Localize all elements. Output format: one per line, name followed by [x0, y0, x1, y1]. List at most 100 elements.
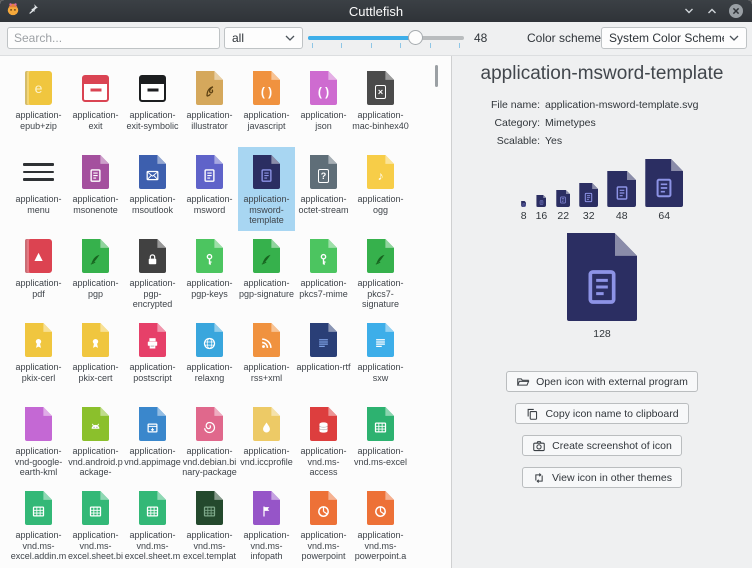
icon-grid-item-application-mac-binhex40[interactable]: ×application-mac-binhex40 — [352, 63, 409, 147]
property-value: Yes — [545, 132, 562, 150]
slider-handle[interactable] — [408, 30, 423, 45]
icon-grid-item-application-vnd.iccprofile[interactable]: application-vnd.iccprofile — [238, 399, 295, 483]
icon-label: application-javascript — [243, 110, 289, 131]
view-icon-in-other-themes-button[interactable]: View icon in other themes — [522, 467, 682, 488]
icon-grid-item-application-illustrator[interactable]: application-illustrator — [181, 63, 238, 147]
slider-track[interactable] — [308, 36, 464, 40]
icon-grid-item-application-rss+xml[interactable]: application-rss+xml — [238, 315, 295, 399]
color-scheme-dropdown[interactable]: System Color Scheme — [601, 27, 747, 49]
icon-grid-item-application-ogg[interactable]: ♪application-ogg — [352, 147, 409, 231]
icon-label: application-vnd.appimage — [124, 446, 181, 467]
icon-grid-item-application-pdf[interactable]: ▲application-pdf — [10, 231, 67, 315]
icon-grid-item-application-pkix-cert[interactable]: application-pkix-cert — [67, 315, 124, 399]
icon-label: application-epub+zip — [15, 110, 61, 131]
action-buttons: Open icon with external program Copy icon… — [452, 371, 752, 488]
category-dropdown[interactable]: all — [224, 27, 303, 49]
create-screenshot-of-icon-button[interactable]: Create screenshot of icon — [522, 435, 682, 456]
icon-grid-item-application-menu[interactable]: application-menu — [10, 147, 67, 231]
doc-glyph — [522, 203, 526, 207]
icon-grid-item-application-json[interactable]: ( )application-json — [295, 63, 352, 147]
textlines-glyph — [316, 336, 331, 351]
titlebar[interactable]: Cuttlefish — [0, 0, 752, 22]
icon-grid-item-application-pkcs7-signature[interactable]: application-pkcs7-signature — [352, 231, 409, 315]
open-icon-with-external-program-button[interactable]: Open icon with external program — [506, 371, 698, 392]
icon-grid-item-application-vnd.ms-excel[interactable]: application-vnd.ms-excel — [352, 399, 409, 483]
icon-grid-item-application-pkix-cerl[interactable]: application-pkix-cerl — [10, 315, 67, 399]
icon-grid-item-application-pgp-keys[interactable]: application-pgp-keys — [181, 231, 238, 315]
icon-grid-item-application-epub+zip[interactable]: eapplication-epub+zip — [10, 63, 67, 147]
icon-grid-item-application-vnd.ms-powerpoint[interactable]: application-vnd.ms-powerpoint — [295, 483, 352, 567]
search-input[interactable] — [7, 27, 220, 49]
doc-glyph — [582, 267, 622, 307]
icon-grid-item-application-pgp-encrypted[interactable]: application-pgp-encrypted — [124, 231, 181, 315]
pin-icon[interactable] — [27, 2, 39, 20]
minimize-button[interactable] — [682, 4, 696, 18]
copy-icon-name-to-clipboard-button[interactable]: Copy icon name to clipboard — [515, 403, 688, 424]
book-icon: ▲ — [25, 239, 52, 273]
mimetype-icon — [361, 404, 401, 444]
icon-grid-item-application-octet-stream[interactable]: ?application-octet-stream — [295, 147, 352, 231]
file-icon — [310, 323, 337, 357]
icon-grid-item-application-exit[interactable]: application-exit — [67, 63, 124, 147]
icon-label: application-vnd.ms-access — [300, 446, 346, 478]
button-label: Open icon with external program — [536, 376, 688, 388]
mimetype-icon — [133, 404, 173, 444]
icon-grid-item-application-vnd.ms-powerpoint.a[interactable]: application-vnd.ms-powerpoint.a — [352, 483, 409, 567]
icon-label: application-pkix-cerl — [15, 362, 61, 383]
icon-label: application-illustrator — [186, 110, 232, 131]
icon-grid-item-application-vnd-google-earth-kml[interactable]: application-vnd-google-earth-kml — [10, 399, 67, 483]
maximize-button[interactable] — [705, 4, 719, 18]
icon-grid-item-application-sxw[interactable]: application-sxw — [352, 315, 409, 399]
icon-grid-item-application-vnd.appimage[interactable]: application-vnd.appimage — [124, 399, 181, 483]
icon-grid-item-application-vnd.ms-excel.sheet.m[interactable]: application-vnd.ms-excel.sheet.m — [124, 483, 181, 567]
icon-grid-item-application-relaxng[interactable]: application-relaxng — [181, 315, 238, 399]
file-icon — [25, 323, 52, 357]
icon-grid-item-application-vnd.ms-excel.sheet.bi[interactable]: application-vnd.ms-excel.sheet.bi — [67, 483, 124, 567]
icon-grid-item-application-vnd.ms-infopath[interactable]: application-vnd.ms-infopath — [238, 483, 295, 567]
file-icon — [196, 407, 223, 441]
table-glyph — [202, 504, 217, 519]
icon-grid-item-application-pgp-signature[interactable]: application-pgp-signature — [238, 231, 295, 315]
mimetype-icon — [19, 404, 59, 444]
icon-grid-item-application-postscript[interactable]: application-postscript — [124, 315, 181, 399]
icon-grid-item-application-vnd.ms-excel.templat[interactable]: application-vnd.ms-excel.templat — [181, 483, 238, 567]
icon-grid-item-application-vnd.android.package-[interactable]: application-vnd.android.package- — [67, 399, 124, 483]
icon-grid-item-application-javascript[interactable]: ( )application-javascript — [238, 63, 295, 147]
cuttlefish-window: Cuttlefish all 48 Color scheme: System C… — [0, 0, 752, 568]
close-button[interactable] — [728, 3, 744, 19]
cuttlefish-app-icon — [6, 2, 20, 21]
swirl-glyph — [202, 420, 217, 435]
icon-grid-item-application-vnd.ms-access[interactable]: application-vnd.ms-access — [295, 399, 352, 483]
mimetype-icon — [304, 320, 344, 360]
icon-grid-item-application-msoutlook[interactable]: application-msoutlook — [124, 147, 181, 231]
seal-glyph — [88, 336, 103, 351]
icon-grid-item-application-vnd.debian.binary-package[interactable]: application-vnd.debian.binary-package — [181, 399, 238, 483]
size-slider[interactable] — [308, 30, 464, 48]
icon-grid-item-application-msword-template[interactable]: application-msword-template — [238, 147, 295, 231]
window-shape-icon — [139, 75, 166, 102]
envelope-glyph — [145, 168, 160, 183]
lock-glyph — [145, 252, 160, 267]
icon-label: application-msoutlook — [129, 194, 175, 215]
icon-grid-item-application-rtf[interactable]: application-rtf — [295, 315, 352, 399]
icon-label: application-pgp-encrypted — [129, 278, 175, 310]
copy-icon — [525, 407, 539, 421]
icon-grid-item-application-msonenote[interactable]: application-msonenote — [67, 147, 124, 231]
icon-label: application-pgp — [72, 278, 118, 299]
mimetype-icon: ( ) — [247, 68, 287, 108]
curve-glyph — [202, 84, 217, 99]
icon-label: application-rss+xml — [243, 362, 289, 383]
icon-grid-item-application-vnd.ms-excel.addin.m[interactable]: application-vnd.ms-excel.addin.m — [10, 483, 67, 567]
size-preview-48: 48 — [607, 171, 636, 222]
mimetype-icon: ♪ — [361, 152, 401, 192]
file-icon — [82, 407, 109, 441]
drop-glyph — [259, 420, 274, 435]
icon-label: application-pgp-signature — [239, 278, 294, 299]
icon-grid-item-application-msword[interactable]: application-msword — [181, 147, 238, 231]
icon-grid-item-application-pgp[interactable]: application-pgp — [67, 231, 124, 315]
icon-grid-item-application-pkcs7-mime[interactable]: application-pkcs7-mime — [295, 231, 352, 315]
grid-scrollbar-thumb[interactable] — [435, 65, 438, 87]
file-icon — [367, 407, 394, 441]
icon-grid-item-application-exit-symbolic[interactable]: application-exit-symbolic — [124, 63, 181, 147]
icon-label: application-pkcs7-mime — [299, 278, 348, 299]
